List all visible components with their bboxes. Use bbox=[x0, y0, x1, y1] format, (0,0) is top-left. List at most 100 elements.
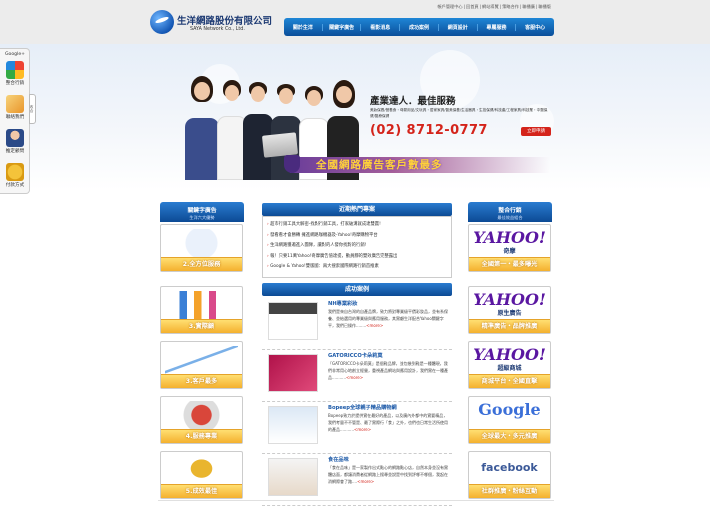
case-title[interactable]: Bopeep全球親子精品購物網 bbox=[328, 404, 397, 411]
floating-sidebar: Google+ 整合行銷 聯絡我們 推定顧問 付款方式 bbox=[0, 48, 30, 194]
sidebar-item-consultant[interactable]: 推定顧問 bbox=[1, 129, 29, 154]
award-badge-icon bbox=[284, 155, 300, 173]
column-subtitle: 最佳效益組合 bbox=[497, 215, 523, 220]
hot-project-link[interactable]: 報！只要11萬Yahoo!奇摩廣告值達提，動員靜的雙效廣告完整露出 bbox=[267, 252, 447, 263]
case-desc: 「GATORICCO卡朵莉莫」是個鞋品牌，並包裝到鞋是一種體現，我們非常用心地創… bbox=[328, 361, 448, 380]
hot-project-link[interactable]: 超市行銷工具大解密-找對行銷工具，打家破溝就成達雙贏! bbox=[267, 220, 447, 231]
sidebar-item-contact[interactable]: 聯絡我們 bbox=[1, 95, 29, 120]
tile-caption: 2.全方位服務 bbox=[161, 257, 242, 271]
partner-tile[interactable]: YAHOO! 原生廣告 精準廣告・品牌推廣 bbox=[468, 286, 551, 334]
yahoo-logo: YAHOO! 奇摩 bbox=[473, 228, 546, 255]
nav-item[interactable]: 關鍵字廣告 bbox=[321, 23, 361, 31]
integrated-marketing-header[interactable]: 整合行銷 最佳效益組合 bbox=[468, 202, 552, 222]
sidebar-collapse-tab[interactable]: 收合 bbox=[29, 94, 36, 124]
sidebar-item-payment[interactable]: 付款方式 bbox=[1, 163, 29, 188]
consultant-icon bbox=[6, 129, 24, 147]
more-link[interactable]: <more> bbox=[346, 375, 363, 380]
case-title[interactable]: NH專業彩妝 bbox=[328, 300, 357, 307]
tile-caption: 精準廣告・品牌推廣 bbox=[469, 319, 550, 333]
tile-caption: 社群推廣・粉絲互動 bbox=[469, 484, 550, 498]
main-nav: 關於生洋 關鍵字廣告 看影消息 成功案例 網頁設計 專屬服務 客服中心 bbox=[284, 18, 554, 36]
line-chart-icon bbox=[165, 346, 238, 374]
coins-icon bbox=[6, 163, 24, 181]
tile-caption: 4.服務專業 bbox=[161, 429, 242, 443]
more-link[interactable]: <more> bbox=[366, 323, 383, 328]
hot-projects-header: 近期熱門專案 bbox=[262, 203, 452, 216]
success-cases-header: 成功案例 bbox=[262, 283, 452, 296]
case-title[interactable]: 食在品味 bbox=[328, 456, 349, 463]
case-title[interactable]: GATORICCO卡朵莉莫 bbox=[328, 352, 383, 359]
top-link[interactable]: 回首頁 bbox=[466, 4, 479, 9]
hot-project-link[interactable]: Google & Yahoo!雙版國：兩大搜索國際網路行銷首推素 bbox=[267, 262, 447, 273]
google-logo: Google bbox=[478, 400, 541, 419]
top-link[interactable]: 策略合作 bbox=[502, 4, 519, 9]
logo-english-name: SAYA Network Co., Ltd. bbox=[190, 27, 245, 32]
more-link[interactable]: <more> bbox=[357, 479, 374, 484]
apply-button[interactable]: 立即申請 bbox=[521, 127, 551, 136]
hot-project-link[interactable]: 生洋網路獲邀進入團隊，讓對的人發你找對的行銷! bbox=[267, 241, 447, 252]
top-link[interactable]: 聯播廣 bbox=[522, 4, 535, 9]
partner-tile[interactable]: Google 全球最大・多元推廣 bbox=[468, 396, 551, 444]
facebook-logo: facebook bbox=[481, 461, 538, 474]
case-thumbnail[interactable] bbox=[268, 406, 318, 444]
chart-circle-icon bbox=[165, 229, 238, 257]
hero-phone: (02) 8712-0777 bbox=[370, 123, 488, 138]
case-desc: 我們是來自台灣的自產品牌，致力將對專業級平價彩妝品，並有系保養、並給選用的專業級… bbox=[328, 309, 448, 328]
nav-item[interactable]: 看影消息 bbox=[360, 23, 399, 31]
advantage-tile[interactable]: 5.成效最佳 bbox=[160, 451, 243, 499]
case-item: Bopeep全球親子精品購物網 Bopeep致力於提供實在最好的產品，以及廣內外… bbox=[262, 402, 452, 454]
tile-caption: 全球最大・多元推廣 bbox=[469, 429, 550, 443]
top-link[interactable]: 網站導覽 bbox=[482, 4, 499, 9]
column-title: 整合行銷 bbox=[498, 208, 522, 214]
tile-caption: 全國第一・最多曝光 bbox=[469, 257, 550, 271]
case-desc: Bopeep致力於提供實在最好的產品，以及廣內外都中的實要精品，我們考量不不管是… bbox=[328, 413, 448, 432]
advantage-tile[interactable]: 4.服務專業 bbox=[160, 396, 243, 444]
trophy-icon bbox=[165, 456, 238, 484]
sidebar-item-label: 聯絡我們 bbox=[5, 115, 25, 120]
hero-banner-text: 全國網路廣告客戶數最多 bbox=[316, 159, 443, 171]
tile-caption: 3.實際顧 bbox=[161, 319, 242, 333]
top-link[interactable]: 帳戶管理中心 bbox=[437, 4, 462, 9]
gauge-icon bbox=[165, 401, 238, 429]
bar-chart-icon bbox=[165, 291, 238, 319]
page-divider bbox=[158, 500, 554, 501]
nav-item[interactable]: 客服中心 bbox=[515, 23, 554, 31]
nav-item[interactable]: 專屬服務 bbox=[476, 23, 516, 31]
case-thumbnail[interactable] bbox=[268, 354, 318, 392]
more-link[interactable]: <more> bbox=[354, 427, 371, 432]
advantage-tile[interactable]: 2.全方位服務 bbox=[160, 224, 243, 272]
case-item: 食在品味 「食在品味」是一家製作出式點心的網路點心店，自然本身並沒有實體店面，都… bbox=[262, 454, 452, 506]
logo-globe-icon bbox=[150, 10, 174, 34]
case-thumbnail[interactable] bbox=[268, 458, 318, 496]
tile-caption: 5.成效最佳 bbox=[161, 484, 242, 498]
hot-project-link[interactable]: 發看看才會勝轉 擁進網路咖機器及-Yahoo!奇摩購物平台 bbox=[267, 231, 447, 242]
sidebar-item-label: 整合行銷 bbox=[5, 81, 25, 86]
sidebar-item-integrated[interactable]: 整合行銷 bbox=[1, 61, 29, 86]
top-links: 帳戶管理中心|回首頁|網站導覽|策略合作|聯播廣|聯播版 bbox=[437, 4, 551, 9]
hot-projects-list: 超市行銷工具大解密-找對行銷工具，打家破溝就成達雙贏! 發看看才會勝轉 擁進網路… bbox=[262, 216, 452, 278]
partner-tile[interactable]: YAHOO! 奇摩 全國第一・最多曝光 bbox=[468, 224, 551, 272]
column-title: 關鍵字廣告 bbox=[187, 208, 217, 214]
hero-title: 產業達人．最佳服務 bbox=[370, 96, 456, 107]
advantage-tile[interactable]: 3.客戶最多 bbox=[160, 341, 243, 389]
tile-caption: 3.客戶最多 bbox=[161, 374, 242, 388]
partner-tile[interactable]: facebook 社群推廣・粉絲互動 bbox=[468, 451, 551, 499]
partner-tile[interactable]: YAHOO! 超級商城 商城平台・全國直擊 bbox=[468, 341, 551, 389]
nav-item[interactable]: 成功案例 bbox=[399, 23, 438, 31]
case-desc: 「食在品味」是一家製作出式點心的網路點心店，自然本身並沒有實體店面，都讓消費者從… bbox=[328, 465, 448, 484]
keyword-ads-header[interactable]: 關鍵字廣告 生洋六大優勢 bbox=[160, 202, 244, 222]
logo-name: 生洋網路股份有限公司 bbox=[177, 16, 273, 27]
pencil-note-icon bbox=[6, 95, 24, 113]
column-subtitle: 生洋六大優勢 bbox=[189, 215, 215, 220]
nav-item[interactable]: 網頁設計 bbox=[437, 23, 477, 31]
nav-item[interactable]: 關於生洋 bbox=[284, 24, 322, 31]
company-logo[interactable]: 生洋網路股份有限公司 SAYA Network Co., Ltd. bbox=[150, 10, 280, 40]
recycle-icon bbox=[6, 61, 24, 79]
case-item: NH專業彩妝 我們是來自台灣的自產品牌，致力將對專業級平價彩妝品，並有系保養、並… bbox=[262, 298, 452, 350]
case-thumbnail[interactable] bbox=[268, 302, 318, 340]
sidebar-item-label: 付款方式 bbox=[5, 183, 25, 188]
top-link[interactable]: 聯播版 bbox=[538, 4, 551, 9]
hero-description: 美妝保養/營養食・母嬰用品/文玩具・居家家具/醫美保養/生活器具・生技保健/科技… bbox=[370, 108, 548, 118]
sidebar-google-plus[interactable]: Google+ bbox=[1, 52, 29, 57]
advantage-tile[interactable]: 3.實際顧 bbox=[160, 286, 243, 334]
